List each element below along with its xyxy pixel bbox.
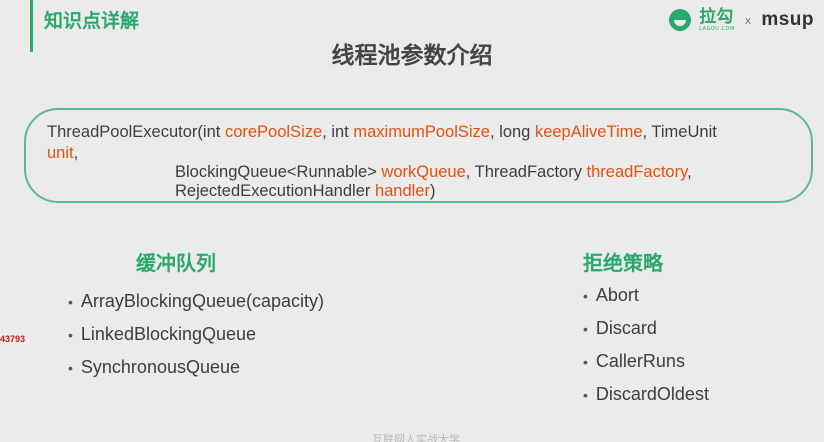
watermark: 互联网人实战大学 [372,433,460,442]
page-title: 线程池参数介绍 [331,43,493,69]
code-line-4: RejectedExecutionHandler handler) [175,181,436,202]
list-item: • ArrayBlockingQueue(capacity) [68,290,324,323]
queues-heading: 缓冲队列 [136,251,216,275]
code-line-3: BlockingQueue<Runnable> workQueue, Threa… [175,162,692,183]
bullet-icon: • [583,321,588,337]
param-name: handler [374,182,430,200]
code-line-2: unit, [47,143,78,164]
code-text: , int [322,123,354,141]
policies-list: • Abort • Discard • CallerRuns • DiscardOldest [583,284,709,416]
code-text: RejectedExecutionHandler [175,182,375,200]
param-name: workQueue [381,163,466,181]
lagou-logo-icon [669,9,692,31]
policies-heading: 拒绝策略 [583,251,663,275]
list-item-label: ArrayBlockingQueue(capacity) [80,291,325,311]
param-name: keepAliveTime [534,123,643,141]
constructor-signature-box: ThreadPoolExecutor(int corePoolSize, int… [24,108,813,203]
list-item: • Abort [583,284,709,317]
code-line-1: ThreadPoolExecutor(int corePoolSize, int… [47,122,717,143]
code-text: , [687,163,692,181]
bullet-icon: • [68,327,73,343]
code-text: , [73,144,79,162]
lagou-logo: 拉勾 LAGOU.COM [699,6,735,32]
queues-list: • ArrayBlockingQueue(capacity) • LinkedBloc… [68,290,324,389]
bullet-icon: • [583,288,588,304]
list-item-label: CallerRuns [595,351,685,371]
param-name: corePoolSize [224,123,323,141]
list-item: • Discard [583,317,709,350]
list-item-label: LinkedBlockingQueue [80,324,257,344]
bullet-icon: • [583,387,588,403]
bullet-icon: • [68,360,73,376]
side-number: 43793 [0,334,26,344]
section-label: 知识点详解 [44,10,140,32]
lagou-logo-name: 拉勾 [699,6,734,27]
brand-logos: 拉勾 LAGOU.COM x msup [669,6,814,34]
list-item-label: SynchronousQueue [80,357,241,377]
code-text: ) [430,182,436,200]
bullet-icon: • [583,354,588,370]
bullet-icon: • [68,294,73,310]
list-item-label: Discard [595,318,657,338]
list-item: • DiscardOldest [583,383,709,416]
list-item-label: DiscardOldest [595,384,709,404]
lagou-logo-sub: LAGOU.COM [699,25,735,32]
list-item-label: Abort [595,285,639,305]
param-name: unit [47,144,74,162]
code-text: , ThreadFactory [465,163,587,181]
code-text: ThreadPoolExecutor(int [47,123,225,141]
logo-separator: x [744,13,752,27]
list-item: • CallerRuns [583,350,709,383]
code-text: , long [489,123,535,141]
msup-logo: msup [761,9,814,30]
code-text: BlockingQueue<Runnable> [175,163,382,181]
param-name: threadFactory [586,163,688,181]
code-text: , TimeUnit [642,123,717,141]
param-name: maximumPoolSize [353,123,490,141]
list-item: • LinkedBlockingQueue [68,323,324,356]
list-item: • SynchronousQueue [68,356,324,389]
